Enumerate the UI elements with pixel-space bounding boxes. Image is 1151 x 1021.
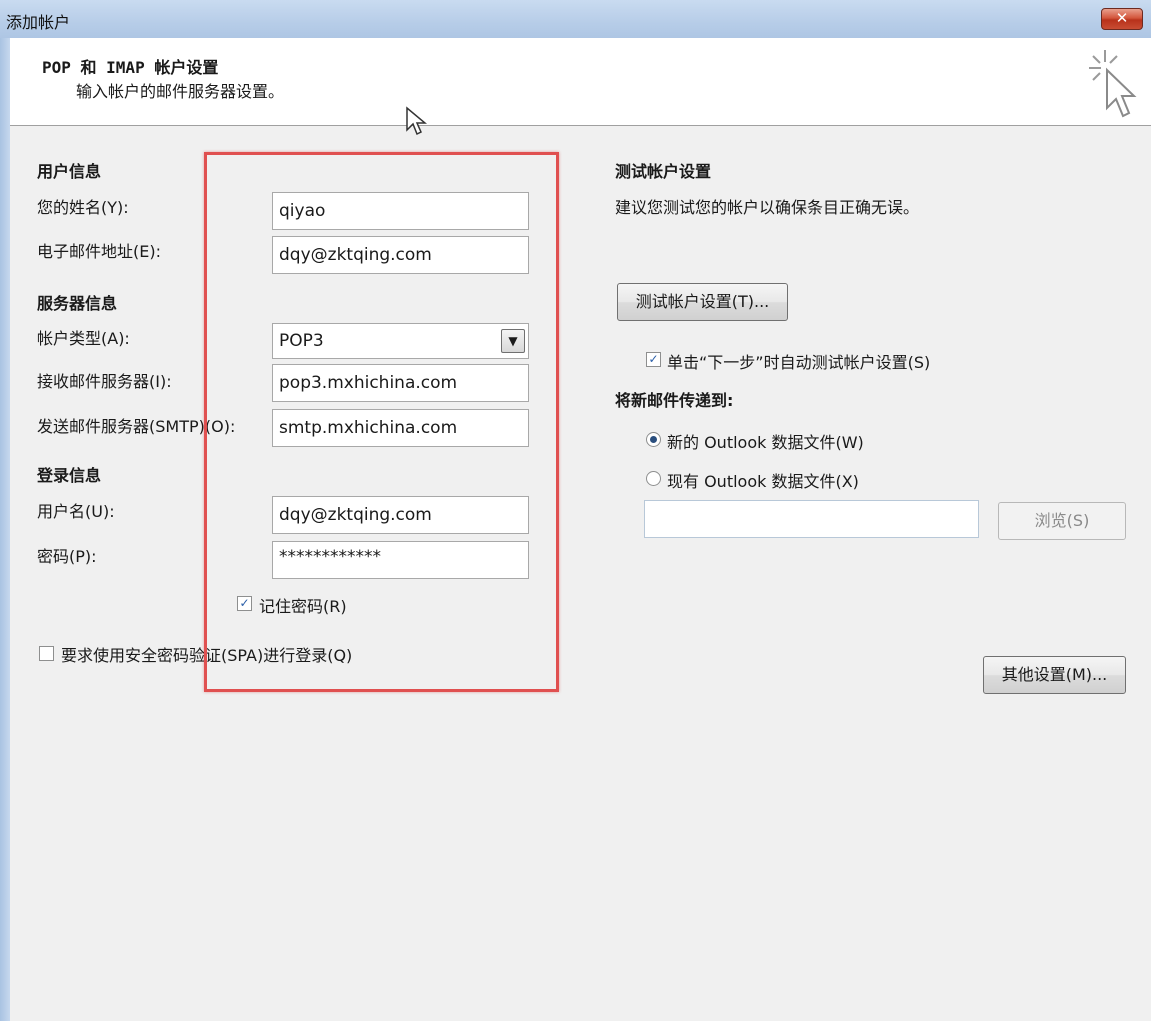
auto-test-label: 单击“下一步”时自动测试帐户设置(S): [667, 353, 931, 372]
mouse-pointer-icon: [406, 106, 427, 136]
existing-data-file-label: 现有 Outlook 数据文件(X): [667, 472, 859, 491]
data-file-path-input[interactable]: [644, 500, 979, 538]
window-title: 添加帐户: [6, 13, 71, 32]
server-info-heading: 服务器信息: [37, 294, 118, 313]
page-subtitle: 输入帐户的邮件服务器设置。: [76, 82, 285, 101]
title-bar: 添加帐户 ✕: [0, 0, 1151, 38]
account-type-label: 帐户类型(A):: [37, 329, 130, 348]
login-info-heading: 登录信息: [37, 466, 102, 485]
existing-data-file-radio[interactable]: [646, 471, 661, 486]
deliver-heading: 将新邮件传递到:: [615, 391, 734, 410]
highlight-annotation-box: [204, 152, 559, 692]
user-info-heading: 用户信息: [37, 162, 102, 181]
username-label: 用户名(U):: [37, 502, 115, 521]
test-account-settings-button[interactable]: 测试帐户设置(T)...: [617, 283, 788, 321]
email-label: 电子邮件地址(E):: [37, 242, 161, 261]
dialog-header: POP 和 IMAP 帐户设置 输入帐户的邮件服务器设置。: [10, 38, 1151, 126]
new-data-file-radio[interactable]: [646, 432, 661, 447]
incoming-server-label: 接收邮件服务器(I):: [37, 372, 172, 391]
name-label: 您的姓名(Y):: [37, 198, 129, 217]
more-settings-button[interactable]: 其他设置(M)...: [983, 656, 1126, 694]
window-frame: [0, 38, 10, 1021]
new-data-file-label: 新的 Outlook 数据文件(W): [667, 433, 864, 452]
test-settings-description: 建议您测试您的帐户以确保条目正确无误。: [615, 198, 920, 217]
close-icon: ✕: [1115, 9, 1129, 27]
browse-button[interactable]: 浏览(S): [998, 502, 1126, 540]
page-title: POP 和 IMAP 帐户设置: [42, 58, 219, 77]
spa-checkbox[interactable]: [39, 646, 54, 661]
test-settings-heading: 测试帐户设置: [615, 162, 712, 181]
wizard-cursor-icon: [1089, 50, 1137, 118]
add-account-dialog: 添加帐户 ✕ POP 和 IMAP 帐户设置 输入帐户的邮件服务器设置。 用户信…: [0, 0, 1151, 1021]
password-label: 密码(P):: [37, 547, 97, 566]
close-button[interactable]: ✕: [1101, 8, 1143, 30]
auto-test-checkbox[interactable]: ✓: [646, 352, 661, 367]
